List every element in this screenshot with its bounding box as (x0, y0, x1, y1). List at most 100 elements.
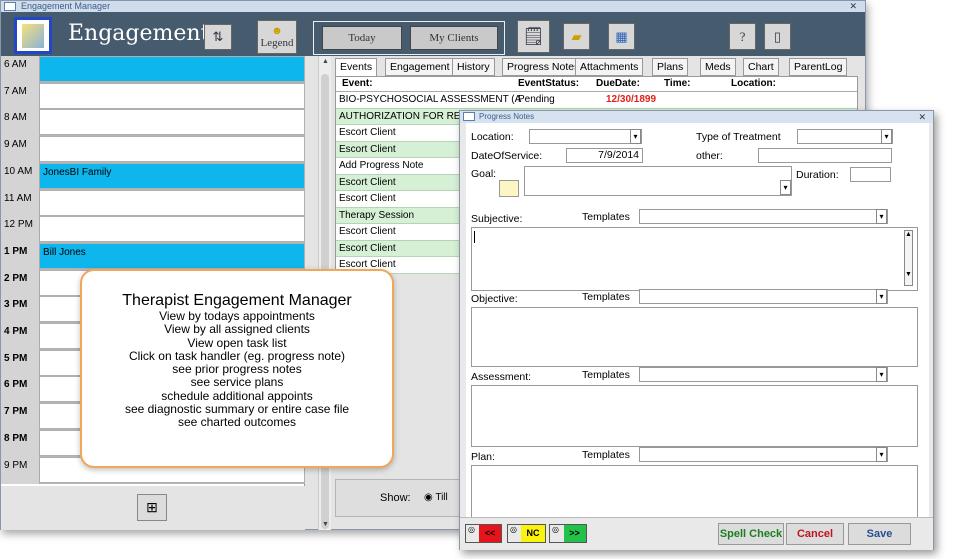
subjective-templates-select[interactable]: ▾ (639, 209, 888, 224)
dialog-title: Progress Notes (479, 112, 535, 121)
cancel-button[interactable]: Cancel (786, 523, 844, 545)
time-slot[interactable]: Bill Jones (39, 242, 305, 269)
save-button[interactable]: Save (848, 523, 911, 545)
time-label: 9 PM (1, 456, 39, 484)
record-icon: ◎ (552, 525, 559, 534)
today-button[interactable]: Today (322, 26, 402, 50)
scroll-up-icon[interactable]: ▲ (321, 58, 330, 65)
time-label: 7 AM (1, 82, 39, 110)
objective-text-area[interactable] (471, 307, 918, 367)
tab-progress-notes[interactable]: Progress Notes (502, 58, 585, 76)
chevron-down-icon[interactable]: ▾ (780, 180, 791, 195)
window-title-bar: Engagement Manager ✕ (1, 1, 865, 12)
notepad-button[interactable]: 🗒 (517, 20, 550, 53)
logo (14, 17, 52, 54)
events-header: Event: EventStatus: DueDate: Time: Locat… (336, 77, 857, 92)
next-record-button[interactable]: ◎ >> (549, 524, 587, 543)
close-icon[interactable]: ✕ (849, 1, 857, 12)
progress-notes-dialog: Progress Notes ✕ Location: ▾ Type of Tre… (459, 110, 934, 550)
time-slot[interactable] (39, 109, 305, 136)
time-label: 8 AM (1, 109, 39, 137)
new-appointment-button[interactable]: ⊞ (137, 494, 167, 521)
help-button[interactable]: ? (729, 23, 756, 50)
toolbar: Engagements ⇅ ☻ Legend Today My Clients … (1, 12, 865, 56)
chevron-down-icon[interactable]: ▾ (876, 289, 887, 304)
other-label: other: (696, 150, 723, 162)
tab-events[interactable]: Events (335, 58, 378, 77)
tab-plans[interactable]: Plans (652, 58, 689, 76)
chevron-down-icon[interactable]: ▾ (876, 447, 887, 462)
page-title: Engagements (68, 21, 221, 46)
time-label: 10 AM (1, 162, 39, 190)
show-label: Show: (380, 492, 411, 504)
other-field[interactable] (758, 148, 892, 163)
spell-check-button[interactable]: Spell Check (718, 523, 784, 545)
time-slot[interactable] (39, 136, 305, 163)
record-icon: ◎ (468, 525, 475, 534)
calendar-row: 12 PM (1, 216, 305, 244)
tab-parentlog[interactable]: ParentLog (789, 58, 848, 76)
area-scrollbar[interactable]: ▲ ▼ (904, 230, 913, 286)
objective-templates-select[interactable]: ▾ (639, 289, 888, 304)
event-status: Pending (518, 94, 555, 105)
legend-icon: ☻ (271, 25, 283, 37)
event-name: BIO-PSYCHOSOCIAL ASSESSMENT (A (339, 94, 522, 105)
date-of-service-field[interactable]: 7/9/2014 (566, 148, 643, 163)
goal-color-field[interactable] (499, 180, 519, 197)
treatment-type-select[interactable]: ▾ (797, 129, 893, 144)
sort-button[interactable]: ⇅ (204, 24, 232, 50)
no-change-button[interactable]: ◎ NC (507, 524, 546, 543)
goal-select[interactable]: ▾ (524, 166, 792, 196)
event-row[interactable]: BIO-PSYCHOSOCIAL ASSESSMENT (A Pending 12/… (336, 92, 857, 109)
time-slot[interactable] (39, 189, 305, 216)
exit-button[interactable]: ▯ (764, 23, 791, 50)
tab-chart[interactable]: Chart (743, 58, 779, 76)
tab-engagement[interactable]: Engagement (385, 58, 455, 76)
folder-button[interactable]: ▰ (563, 23, 590, 50)
record-icon: ◎ (510, 525, 517, 534)
previous-label: << (479, 525, 501, 542)
duration-field[interactable] (850, 167, 891, 182)
callout-line: View by all assigned clients (164, 322, 310, 337)
legend-button[interactable]: ☻ Legend (257, 20, 297, 54)
time-label: 5 PM (1, 349, 39, 377)
show-option-till[interactable]: ◉ Till (424, 492, 448, 503)
time-label: 2 PM (1, 269, 39, 297)
event-name: AUTHORIZATION FOR REL (339, 110, 467, 122)
tab-history[interactable]: History (452, 58, 495, 76)
event-name: Escort Client (339, 226, 396, 237)
app-icon (4, 2, 16, 11)
close-icon[interactable]: ✕ (918, 111, 926, 123)
plan-templates-select[interactable]: ▾ (639, 447, 888, 462)
chevron-down-icon[interactable]: ▾ (876, 209, 887, 224)
subjective-text-area[interactable]: ▲ ▼ (471, 227, 918, 291)
chevron-down-icon[interactable]: ▾ (881, 129, 892, 144)
time-slot[interactable]: JonesBI Family (39, 162, 305, 189)
objective-label: Objective: (471, 293, 518, 305)
calendar-row: 7 AM (1, 82, 305, 110)
chevron-down-icon[interactable]: ▾ (876, 367, 887, 382)
scroll-down-icon[interactable]: ▼ (321, 521, 330, 528)
event-name: Add Progress Note (339, 160, 424, 171)
form-icon (463, 112, 475, 121)
time-slot[interactable] (39, 216, 305, 243)
time-slot[interactable] (39, 82, 305, 109)
objective-templates-label: Templates (582, 291, 630, 303)
assessment-label: Assessment: (471, 371, 532, 383)
time-slot[interactable] (39, 56, 305, 82)
assessment-templates-select[interactable]: ▾ (639, 367, 888, 382)
tab-attachments[interactable]: Attachments (575, 58, 644, 76)
text-cursor (474, 231, 475, 243)
location-select[interactable]: ▾ (529, 129, 642, 144)
callout-line: View by todays appointments (159, 309, 315, 323)
no-change-label: NC (521, 525, 545, 542)
tab-meds[interactable]: Meds (700, 58, 736, 76)
previous-record-button[interactable]: ◎ << (465, 524, 502, 543)
plan-templates-label: Templates (582, 449, 630, 461)
assessment-text-area[interactable] (471, 385, 918, 447)
my-clients-button[interactable]: My Clients (410, 26, 498, 50)
callout-line: see charted outcomes (177, 415, 297, 430)
calendar-button[interactable]: ▦ (608, 23, 635, 50)
show-filter: Show: ◉ Till (335, 479, 475, 517)
chevron-down-icon[interactable]: ▾ (630, 129, 641, 144)
